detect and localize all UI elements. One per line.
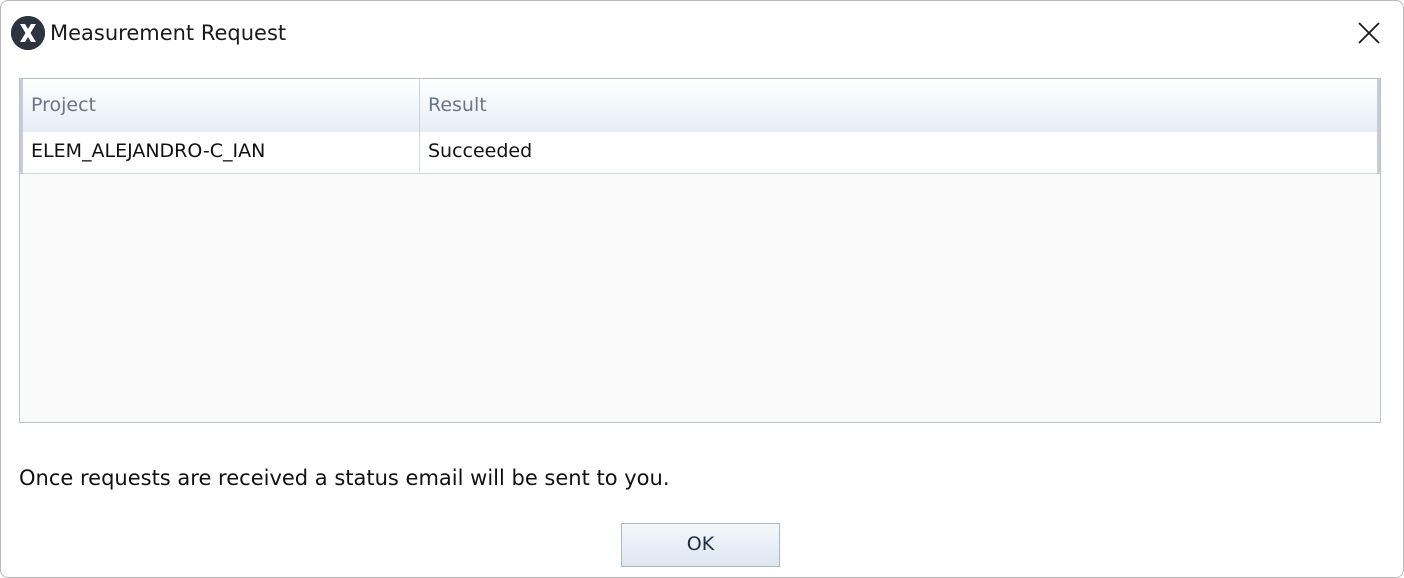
- ok-button[interactable]: OK: [621, 523, 780, 567]
- column-header-result[interactable]: Result: [420, 79, 1378, 132]
- close-icon: [1358, 22, 1380, 44]
- status-message: Once requests are received a status emai…: [19, 466, 670, 490]
- table-row[interactable]: ELEM_ALEJANDRO-C_IAN Succeeded: [23, 132, 1378, 174]
- results-grid: Project Result ELEM_ALEJANDRO-C_IAN Succ…: [19, 78, 1381, 423]
- app-x-logo-icon: [11, 16, 45, 50]
- cell-project[interactable]: ELEM_ALEJANDRO-C_IAN: [23, 132, 420, 172]
- grid-right-edge: [1377, 79, 1380, 174]
- grid-header: Project Result: [23, 79, 1378, 133]
- cell-result[interactable]: Succeeded: [420, 132, 1378, 172]
- title-bar: Measurement Request: [1, 1, 1403, 63]
- column-header-project[interactable]: Project: [23, 79, 420, 132]
- measurement-request-dialog: Measurement Request Project Result ELEM_…: [0, 0, 1404, 578]
- close-button[interactable]: [1341, 11, 1397, 55]
- dialog-title: Measurement Request: [50, 21, 287, 45]
